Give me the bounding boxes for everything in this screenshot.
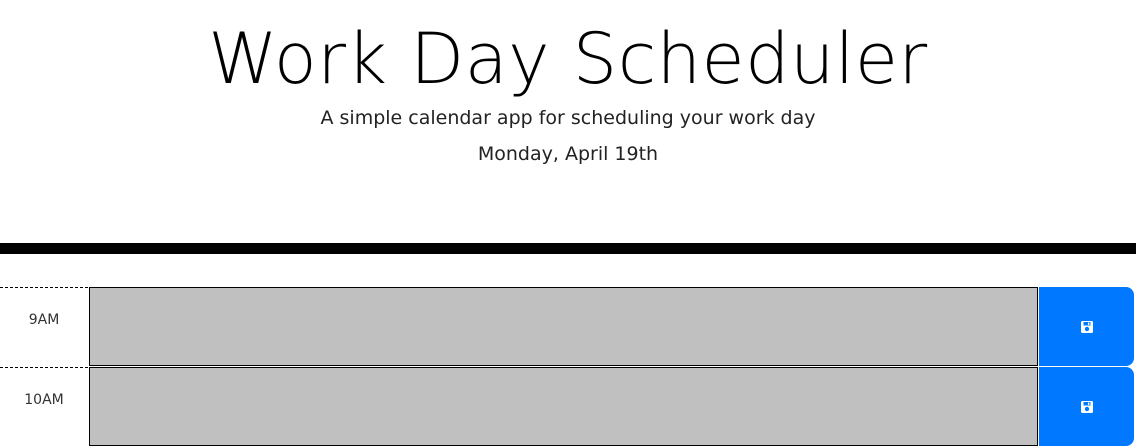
page-subtitle: A simple calendar app for scheduling you… [320, 107, 816, 129]
page-title: Work Day Scheduler [208, 18, 928, 100]
current-day: Monday, April 19th [477, 143, 659, 165]
floppy-disk-icon [1080, 320, 1093, 333]
save-button[interactable] [1039, 367, 1134, 446]
event-description-input[interactable] [89, 287, 1038, 366]
floppy-disk-icon [1080, 400, 1093, 413]
time-block-row: 9AM [0, 287, 1136, 366]
hour-label: 9AM [0, 287, 88, 366]
header: Work Day Scheduler A simple calendar app… [0, 0, 1136, 243]
event-description-input[interactable] [89, 367, 1038, 446]
header-divider [0, 243, 1136, 254]
save-button[interactable] [1039, 287, 1134, 366]
time-block-row: 10AM [0, 367, 1136, 446]
hour-label: 10AM [0, 367, 88, 446]
